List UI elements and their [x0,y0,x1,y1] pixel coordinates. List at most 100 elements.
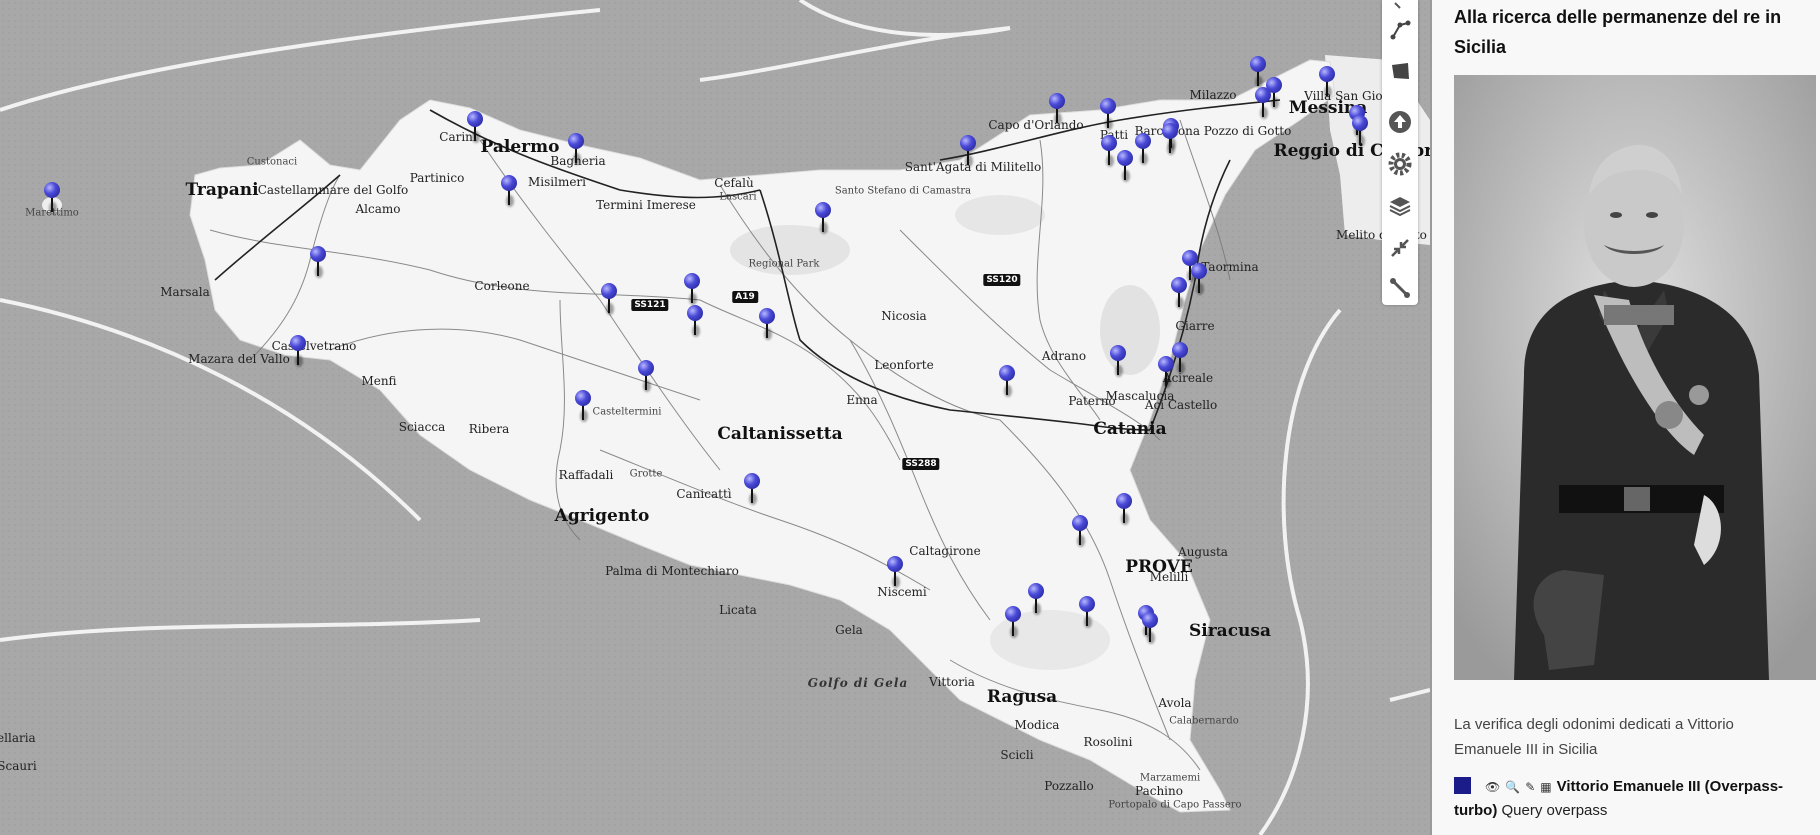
place-ribera: Ribera [468,422,510,436]
map-marker[interactable] [501,175,517,207]
measure-button[interactable] [1388,276,1412,300]
place-mascalucia: Mascalucia [1105,389,1175,403]
place-sciacca: Sciacca [398,420,446,434]
settings-button[interactable] [1388,152,1412,176]
place-siracusa: Siracusa [1188,621,1272,641]
map-marker[interactable] [568,133,584,165]
map-marker[interactable] [815,202,831,234]
place-vellaria: vellaria [0,731,36,745]
map-marker[interactable] [1079,596,1095,628]
map-marker[interactable] [1266,77,1282,109]
ruler-icon [1390,278,1410,298]
place-grotte: Grotte [629,468,663,480]
layer-type: Query overpass [1501,802,1608,819]
place-calabernardo: Calabernardo [1169,715,1239,727]
map-marker[interactable] [1352,115,1368,147]
map-marker[interactable] [1049,93,1065,125]
place-menfi: Menfi [361,374,397,388]
map-marker[interactable] [290,335,306,367]
map-marker[interactable] [684,273,700,305]
map-marker[interactable] [1117,150,1133,182]
place-modica: Modica [1014,718,1060,732]
draw-line-tool[interactable] [1388,18,1412,42]
place-paterno: Paternò [1068,394,1116,408]
map-marker[interactable] [1191,263,1207,295]
map-marker[interactable] [1171,277,1187,309]
map-canvas[interactable]: Trapani Palermo Messina Reggio di Calabr… [0,0,1430,835]
map-marker[interactable] [575,390,591,422]
map-marker[interactable] [687,305,703,337]
place-scicli: Scicli [1000,748,1034,762]
place-adrano: Adrano [1041,349,1087,363]
place-leonforte: Leonforte [874,358,934,372]
place-gela: Gela [835,623,863,637]
place-casteltermini: Casteltermini [592,406,662,418]
place-lascari: Lascari [719,191,757,203]
map-marker[interactable] [1250,56,1266,88]
panel-title: Alla ricerca delle permanenze del re in … [1454,7,1782,57]
place-regional-park: Regional Park [748,258,820,270]
place-catania: Catania [1093,419,1167,439]
place-rosolini: Rosolini [1083,735,1133,749]
zoom-to-layer-icon[interactable]: 🔍 [1505,775,1520,799]
map-marker[interactable] [1101,135,1117,167]
upload-button[interactable] [1388,110,1412,134]
map-marker[interactable] [1072,515,1088,547]
draw-polygon-tool[interactable] [1388,59,1412,83]
layers-icon [1389,197,1411,217]
place-caltagirone: Caltagirone [909,544,981,558]
portrait-photo [1454,75,1816,680]
map-marker[interactable] [887,556,903,588]
info-panel: Alla ricerca delle permanenze del re in … [1432,0,1820,835]
collapse-button[interactable] [1388,236,1412,260]
place-mazara: Mazara del Vallo [188,352,290,366]
edit-pencil-icon[interactable]: ✎ [1525,775,1535,799]
map-marker[interactable] [601,283,617,315]
map-marker[interactable] [1162,123,1178,155]
place-custonaci: Custonaci [246,156,298,168]
place-augusta: Augusta [1178,545,1228,559]
table-icon[interactable]: ▦ [1540,775,1551,799]
road-shield-ss288: SS288 [902,458,940,470]
map-marker[interactable] [467,111,483,143]
place-marzamemi: Marzamemi [1139,772,1201,784]
layers-button[interactable] [1388,194,1412,218]
place-niscemi: Niscemi [877,585,927,599]
place-pachino: Pachino [1135,784,1183,798]
place-portopalo: Portopalo di Capo Passero [1108,799,1242,811]
map-marker[interactable] [999,365,1015,397]
place-avola: Avola [1158,696,1192,710]
map-toolbar [1382,0,1418,305]
map-marker[interactable] [1028,583,1044,615]
map-marker[interactable] [744,473,760,505]
map-marker[interactable] [1005,606,1021,638]
map-marker[interactable] [44,182,60,214]
collapse-icon [1391,239,1409,257]
panel-description: La verifica degli odonimi dedicati a Vit… [1454,716,1734,758]
map-marker[interactable] [1100,98,1116,130]
place-misilmeri: Misilmeri [527,175,587,189]
map-marker[interactable] [1172,342,1188,374]
place-castelvetrano: Castelvetrano [271,339,357,353]
place-ragusa: Ragusa [986,687,1058,707]
map-marker[interactable] [310,246,326,278]
place-palermo: Palermo [480,137,560,157]
place-agrigento: Agrigento [554,506,650,526]
map-marker[interactable] [1135,133,1151,165]
place-nicosia: Nicosia [881,309,927,323]
map-marker[interactable] [1158,356,1174,388]
layer-color-swatch [1454,777,1471,794]
map-marker[interactable] [638,360,654,392]
map-marker[interactable] [1110,345,1126,377]
upload-icon [1389,111,1411,133]
road-shield-ss120: SS120 [983,274,1021,286]
road-shield-a19: A19 [732,291,758,303]
map-marker[interactable] [960,135,976,167]
map-marker[interactable] [1116,493,1132,525]
map-marker[interactable] [1142,612,1158,644]
visibility-eye-icon[interactable]: 👁 [1485,775,1500,799]
map-marker[interactable] [1319,66,1335,98]
map-marker[interactable] [759,308,775,340]
place-termini: Termini Imerese [596,198,696,212]
place-canicatti: Canicattì [676,487,732,501]
